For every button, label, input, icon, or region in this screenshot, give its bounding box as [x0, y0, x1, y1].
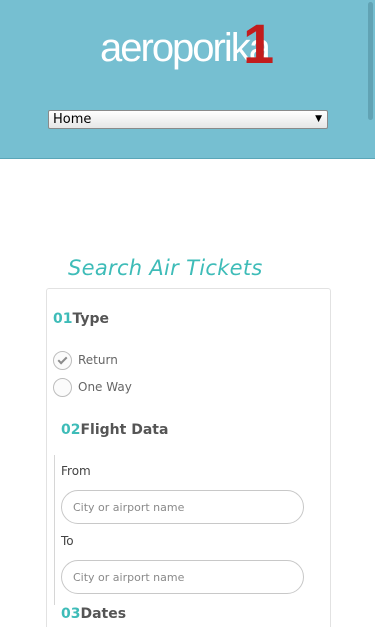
one-way-radio[interactable]: [53, 378, 72, 397]
logo-number: 1: [243, 12, 275, 75]
step-type-heading: 01Type: [53, 311, 109, 327]
step-label: Flight Data: [80, 422, 169, 438]
to-label: To: [61, 534, 74, 548]
step-flight-data-heading: 02Flight Data: [61, 422, 168, 438]
step-label: Dates: [80, 606, 127, 622]
nav-select[interactable]: Home ▼: [48, 110, 328, 129]
triangle-down-icon: ▼: [315, 114, 322, 124]
step-label: Type: [72, 311, 110, 327]
scrollbar[interactable]: [368, 2, 373, 120]
check-icon: [57, 354, 68, 365]
return-label[interactable]: Return: [78, 353, 118, 367]
from-label: From: [61, 464, 91, 478]
search-title: Search Air Tickets: [68, 256, 263, 280]
section-divider: [54, 455, 55, 605]
nav-select-value: Home: [53, 112, 92, 127]
step-number: 03: [61, 606, 81, 622]
step-number: 02: [61, 422, 81, 438]
step-number: 01: [53, 311, 73, 327]
logo[interactable]: aeroporika 1: [100, 16, 300, 72]
one-way-label[interactable]: One Way: [78, 380, 132, 394]
from-input[interactable]: [61, 490, 304, 524]
return-radio[interactable]: [53, 351, 72, 370]
header: aeroporika 1 Home ▼: [0, 0, 375, 159]
to-input[interactable]: [61, 560, 304, 594]
step-dates-heading: 03Dates: [61, 606, 126, 622]
